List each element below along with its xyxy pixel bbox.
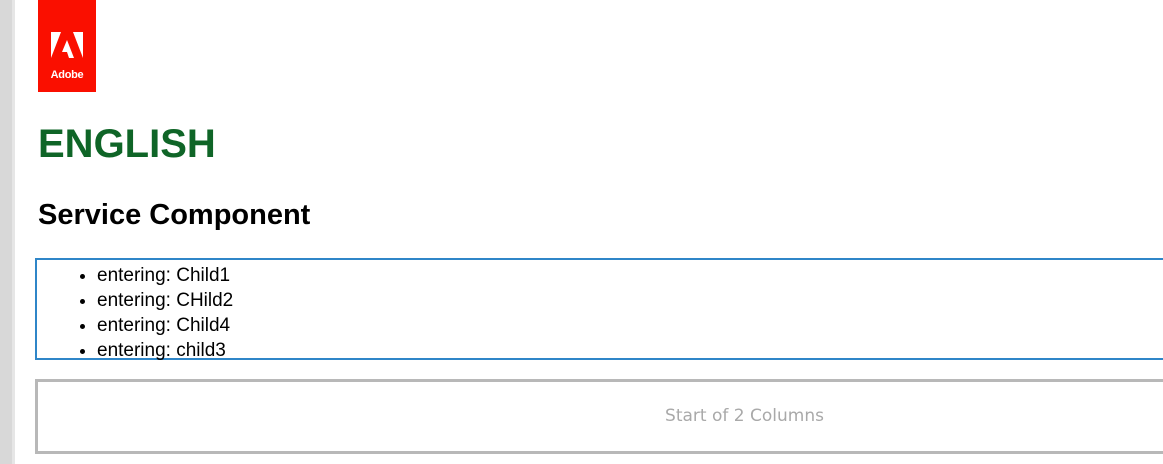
columns-placeholder-label: Start of 2 Columns [665, 406, 824, 426]
page-title: ENGLISH [38, 122, 216, 166]
service-component[interactable]: entering: Child1 entering: CHild2 enteri… [35, 258, 1163, 363]
list-item: entering: Child4 [97, 313, 233, 338]
service-list: entering: Child1 entering: CHild2 enteri… [37, 263, 233, 363]
list-item: entering: CHild2 [97, 288, 233, 313]
list-item: entering: child3 [97, 338, 233, 363]
list-item: entering: Child1 [97, 263, 233, 288]
section-heading: Service Component [38, 199, 311, 231]
logo-text: Adobe [50, 69, 84, 81]
adobe-a-icon [51, 32, 83, 58]
editor-left-rail [0, 0, 15, 464]
columns-placeholder[interactable]: Start of 2 Columns [35, 379, 1163, 454]
adobe-logo: Adobe [38, 0, 96, 92]
